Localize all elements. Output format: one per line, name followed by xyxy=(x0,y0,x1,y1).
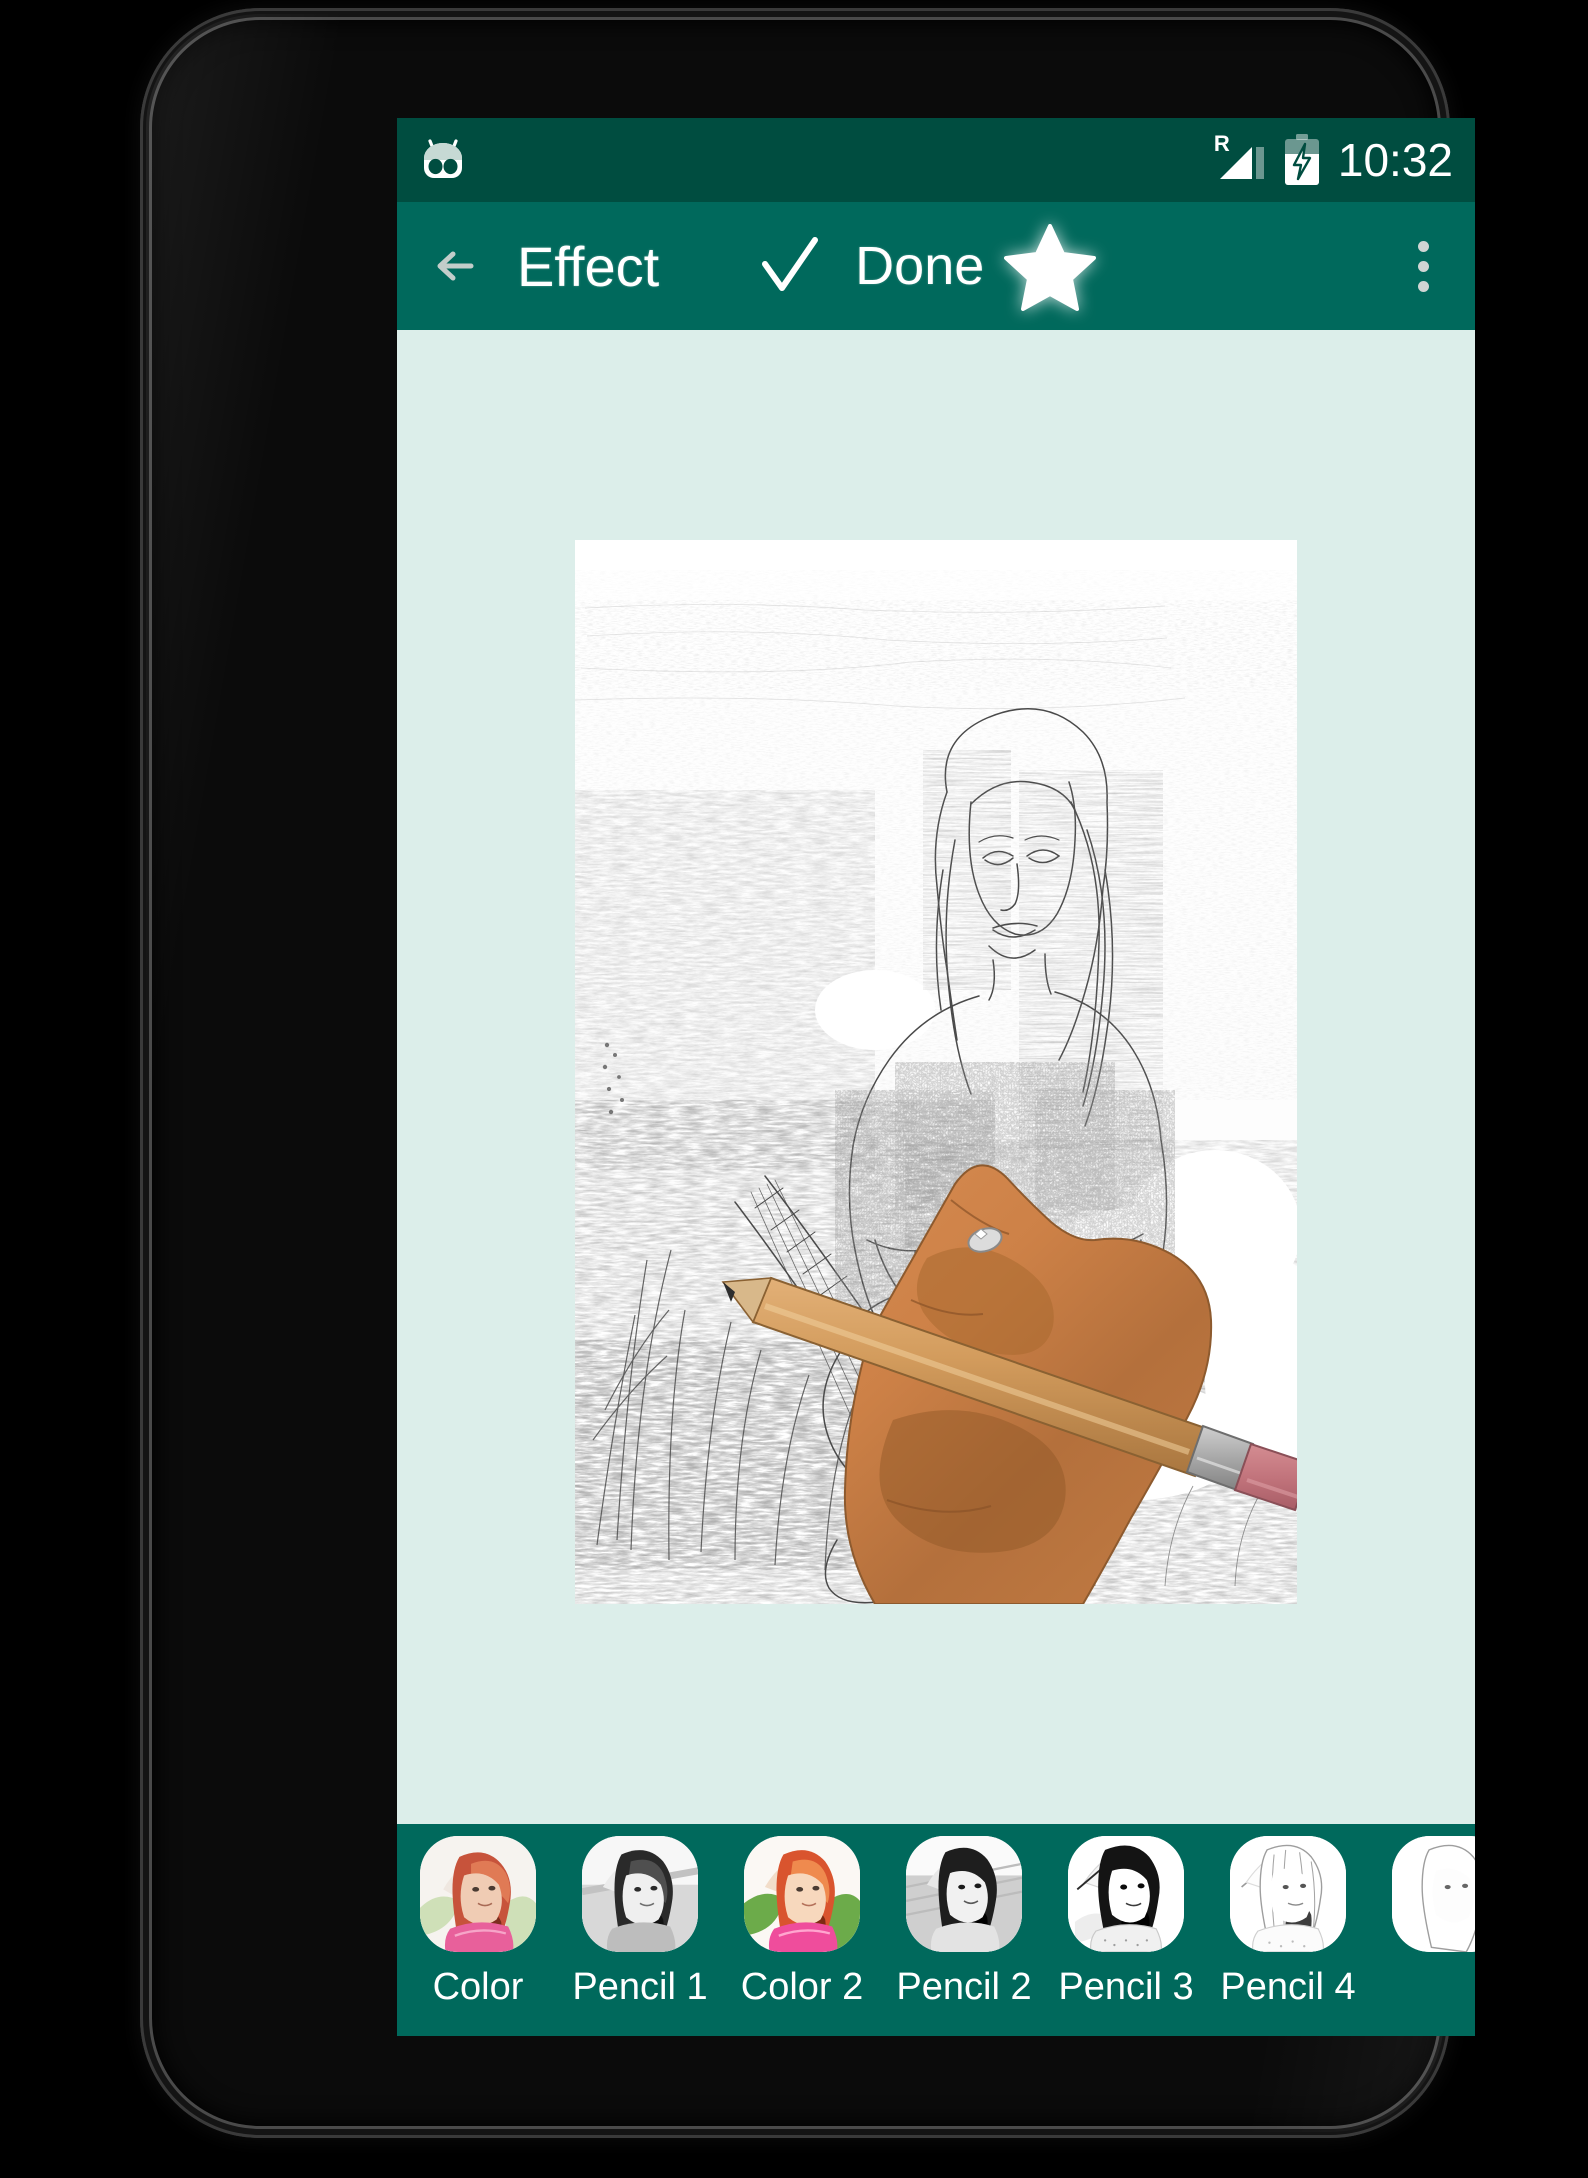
thumb-pencil-3 xyxy=(1068,1836,1184,1952)
filter-thumbnail[interactable] xyxy=(1392,1836,1475,1952)
thumb-color xyxy=(420,1836,536,1952)
status-bar: R 10:32 xyxy=(397,118,1475,202)
filter-strip[interactable]: Color Pencil 1 Color 2 Pencil 2 Pencil 3… xyxy=(397,1824,1475,2036)
thumb-pencil-4 xyxy=(1230,1836,1346,1952)
effect-preview-image[interactable] xyxy=(575,540,1297,1604)
checkmark-icon xyxy=(762,237,819,291)
status-bar-right-group: R 10:32 xyxy=(1212,133,1453,186)
filter-label: Pencil 4 xyxy=(1220,1966,1356,2008)
app-bar: Effect Done xyxy=(397,202,1475,330)
filter-thumbnail[interactable] xyxy=(906,1836,1022,1952)
cyanogenmod-logo-icon xyxy=(417,136,469,184)
more-vertical-icon-dot xyxy=(1417,260,1429,272)
filter-item-color[interactable]: Color xyxy=(397,1836,559,2006)
filter-label: Pencil 1 xyxy=(572,1966,708,2008)
thumb-color-2 xyxy=(744,1836,860,1952)
pencil-sketch-artwork xyxy=(575,540,1297,1604)
screenshot-root: R 10:32 Effect Done Color Pencil 1 Color… xyxy=(0,0,1588,2178)
filter-item-pencil-1[interactable]: Pencil 1 xyxy=(559,1836,721,2006)
signal-bars-icon: R xyxy=(1212,133,1266,185)
thumb-pencil-5-partial xyxy=(1392,1836,1475,1952)
filter-label: Color 2 xyxy=(740,1966,864,2008)
preview-canvas[interactable] xyxy=(397,330,1475,1824)
filter-label: Pencil 2 xyxy=(896,1966,1032,2008)
filter-item-color-2[interactable]: Color 2 xyxy=(721,1836,883,2006)
filter-item-pencil-2[interactable]: Pencil 2 xyxy=(883,1836,1045,2006)
phone-screen: R 10:32 Effect Done Color Pencil 1 Color… xyxy=(397,118,1475,2036)
filter-item-next-partial[interactable] xyxy=(1369,1836,1475,1968)
filter-thumbnail[interactable] xyxy=(1230,1836,1346,1952)
more-vertical-icon xyxy=(1417,240,1429,252)
battery-charging-icon xyxy=(1284,134,1320,186)
thumb-pencil-2 xyxy=(906,1836,1022,1952)
star-icon xyxy=(1004,224,1097,311)
filter-thumbnail[interactable] xyxy=(582,1836,698,1952)
filter-label: Pencil 3 xyxy=(1058,1966,1194,2008)
favorite-star-button[interactable] xyxy=(1004,220,1097,312)
overflow-menu-button[interactable] xyxy=(1395,220,1451,312)
page-title: Effect xyxy=(517,234,660,298)
filter-label: Color xyxy=(432,1966,524,2008)
more-vertical-icon-dot xyxy=(1417,280,1429,292)
done-button[interactable]: Done xyxy=(855,235,984,297)
filter-item-pencil-4[interactable]: Pencil 4 xyxy=(1207,1836,1369,2006)
status-bar-clock: 10:32 xyxy=(1337,134,1453,186)
filter-item-pencil-3[interactable]: Pencil 3 xyxy=(1045,1836,1207,2006)
back-button[interactable] xyxy=(423,230,495,302)
filter-thumbnail[interactable] xyxy=(744,1836,860,1952)
arrow-left-icon xyxy=(437,251,474,281)
filter-thumbnail[interactable] xyxy=(1068,1836,1184,1952)
filter-thumbnail[interactable] xyxy=(420,1836,536,1952)
thumb-pencil-1 xyxy=(582,1836,698,1952)
apply-check-button[interactable] xyxy=(751,228,827,304)
phone-device-frame: R 10:32 Effect Done Color Pencil 1 Color… xyxy=(140,8,1475,2138)
